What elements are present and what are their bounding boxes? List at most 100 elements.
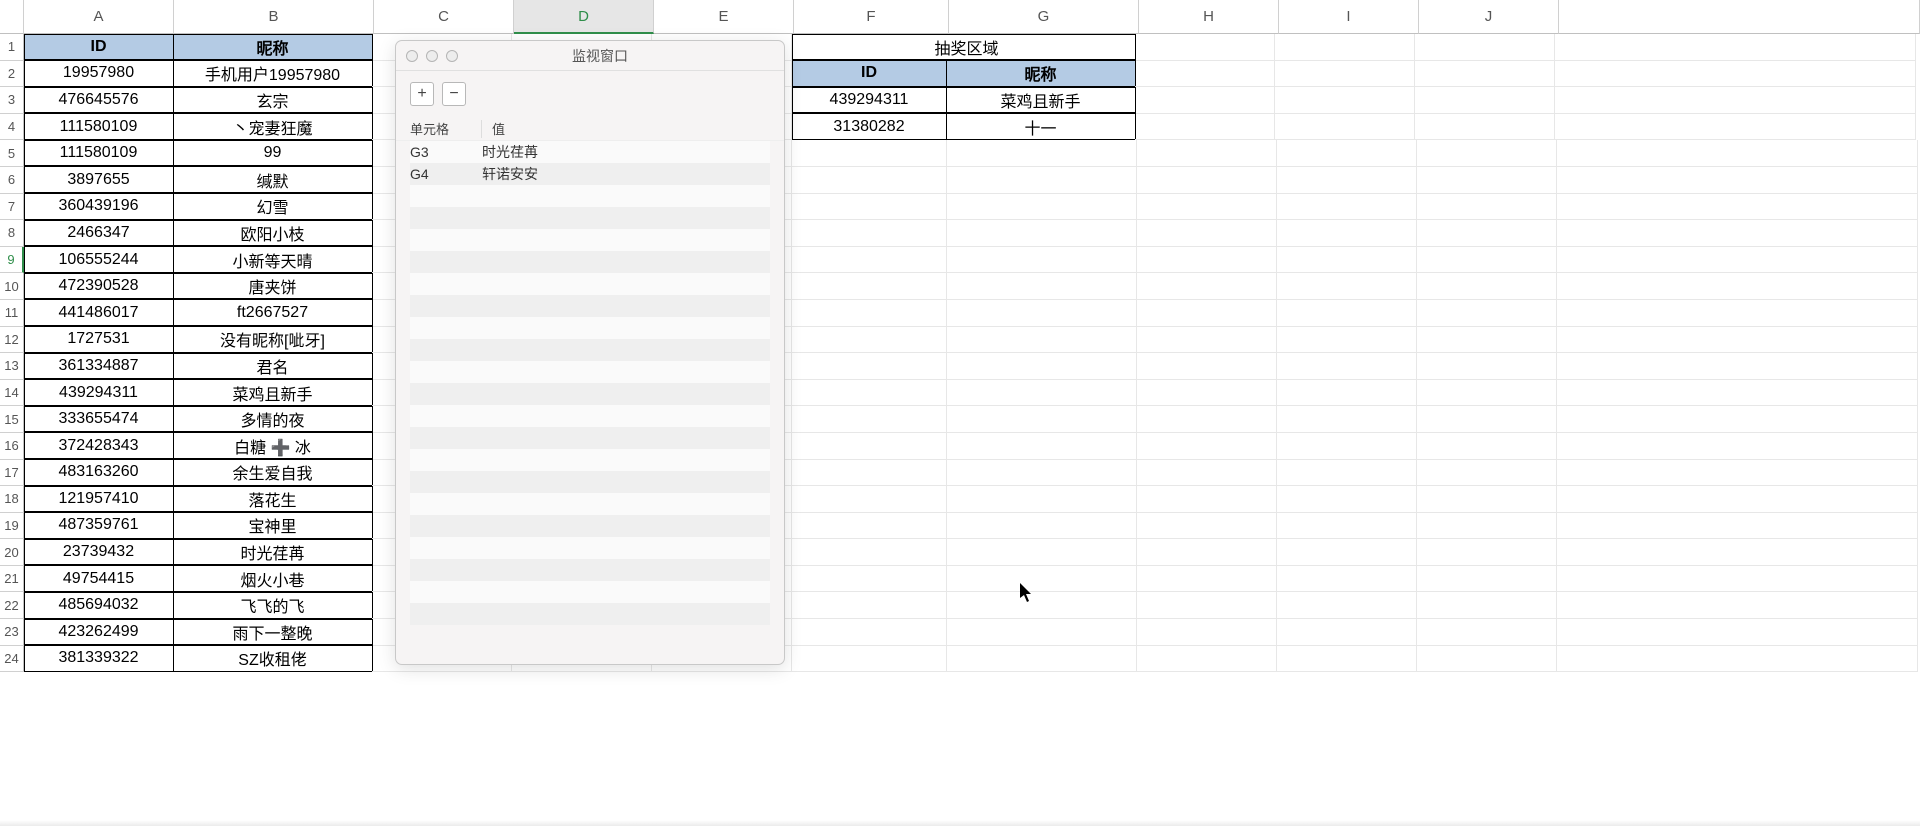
cell-I23[interactable] [1277,619,1417,646]
cell-F11[interactable] [792,300,947,327]
spreadsheet-grid[interactable]: ID昵称19957980手机用户19957980ID昵称476645576玄宗4… [24,34,1918,672]
column-header-D[interactable]: D [514,0,654,34]
cell-A21[interactable]: 49754415 [24,565,174,592]
row-header-10[interactable]: 10 [0,273,24,300]
cell-B9[interactable]: 小新等天晴 [173,246,373,273]
watch-row[interactable] [410,383,770,405]
cell-I21[interactable] [1277,566,1417,593]
cell-A24[interactable]: 381339322 [24,645,174,672]
cell-J14[interactable] [1417,380,1557,407]
cell-J16[interactable] [1417,433,1557,460]
cell-B19[interactable]: 宝神里 [173,512,373,539]
cell-G17[interactable] [947,460,1137,487]
cell-G21[interactable] [947,566,1137,593]
column-header-J[interactable]: J [1419,0,1559,34]
watch-row[interactable] [410,559,770,581]
cell-A7[interactable]: 360439196 [24,193,174,220]
cell-J15[interactable] [1417,406,1557,433]
cell-G15[interactable] [947,406,1137,433]
cell-J23[interactable] [1417,619,1557,646]
cell-H11[interactable] [1137,300,1277,327]
row-header-2[interactable]: 2 [0,61,24,88]
row-header-24[interactable]: 24 [0,646,24,673]
cell-G20[interactable] [947,539,1137,566]
cell-H8[interactable] [1137,220,1277,247]
cell-I24[interactable] [1277,646,1417,673]
cell-G23[interactable] [947,619,1137,646]
row-header-3[interactable]: 3 [0,87,24,114]
cell-G6[interactable] [947,167,1137,194]
cell-J7[interactable] [1417,194,1557,221]
cell-I19[interactable] [1277,513,1417,540]
cell-H7[interactable] [1137,194,1277,221]
cell-J22[interactable] [1417,592,1557,619]
watch-row[interactable] [410,273,770,295]
cell-I15[interactable] [1277,406,1417,433]
cell-G19[interactable] [947,513,1137,540]
cell-B2[interactable]: 手机用户19957980 [173,60,373,87]
cell-J1[interactable] [1415,34,1555,61]
cell-F13[interactable] [792,353,947,380]
cell-J4[interactable] [1415,114,1555,141]
cell-I17[interactable] [1277,460,1417,487]
cell-I10[interactable] [1277,273,1417,300]
cell-J20[interactable] [1417,539,1557,566]
cell-H9[interactable] [1137,247,1277,274]
watch-row[interactable] [410,449,770,471]
cell-I22[interactable] [1277,592,1417,619]
cell-G22[interactable] [947,592,1137,619]
cell-H19[interactable] [1137,513,1277,540]
cell-I12[interactable] [1277,327,1417,354]
row-header-1[interactable]: 1 [0,34,24,61]
cell-G18[interactable] [947,486,1137,513]
watch-row[interactable] [410,251,770,273]
cell-A18[interactable]: 121957410 [24,486,174,513]
column-header-H[interactable]: H [1139,0,1279,34]
row-header-14[interactable]: 14 [0,380,24,407]
cell-J18[interactable] [1417,486,1557,513]
cell-F6[interactable] [792,167,947,194]
cell-I7[interactable] [1277,194,1417,221]
cell-A6[interactable]: 3897655 [24,166,174,193]
row-header-17[interactable]: 17 [0,460,24,487]
cell-H20[interactable] [1137,539,1277,566]
cell-F16[interactable] [792,433,947,460]
cell-F7[interactable] [792,194,947,221]
cell-G9[interactable] [947,247,1137,274]
cell-F4[interactable]: 31380282 [792,113,947,140]
cell-F8[interactable] [792,220,947,247]
cell-G2[interactable]: 昵称 [946,60,1136,87]
cell-B8[interactable]: 欧阳小枝 [173,220,373,247]
row-header-13[interactable]: 13 [0,353,24,380]
column-header-G[interactable]: G [949,0,1139,34]
cell-F12[interactable] [792,327,947,354]
select-all-corner[interactable] [0,0,24,34]
cell-G10[interactable] [947,273,1137,300]
cell-A3[interactable]: 476645576 [24,87,174,114]
cell-A23[interactable]: 423262499 [24,619,174,646]
cell-I8[interactable] [1277,220,1417,247]
cell-I11[interactable] [1277,300,1417,327]
cell-F18[interactable] [792,486,947,513]
cell-F21[interactable] [792,566,947,593]
cell-H18[interactable] [1137,486,1277,513]
cell-A13[interactable]: 361334887 [24,353,174,380]
watch-row[interactable]: G4轩诺安安 [410,163,770,185]
row-header-12[interactable]: 12 [0,327,24,354]
cell-A10[interactable]: 472390528 [24,273,174,300]
row-header-7[interactable]: 7 [0,194,24,221]
cell-A1[interactable]: ID [24,34,174,61]
cell-H1[interactable] [1135,34,1275,61]
cell-J5[interactable] [1417,140,1557,167]
cell-B20[interactable]: 时光荏苒 [173,539,373,566]
watch-row[interactable] [410,405,770,427]
watch-row[interactable] [410,537,770,559]
cell-I4[interactable] [1275,114,1415,141]
cell-B14[interactable]: 菜鸡且新手 [173,379,373,406]
watch-row[interactable]: G3时光荏苒 [410,141,770,163]
cell-I3[interactable] [1275,87,1415,114]
watch-row[interactable] [410,207,770,229]
watch-window-titlebar[interactable]: 监视窗口 [396,41,784,71]
cell-J6[interactable] [1417,167,1557,194]
cell-H12[interactable] [1137,327,1277,354]
